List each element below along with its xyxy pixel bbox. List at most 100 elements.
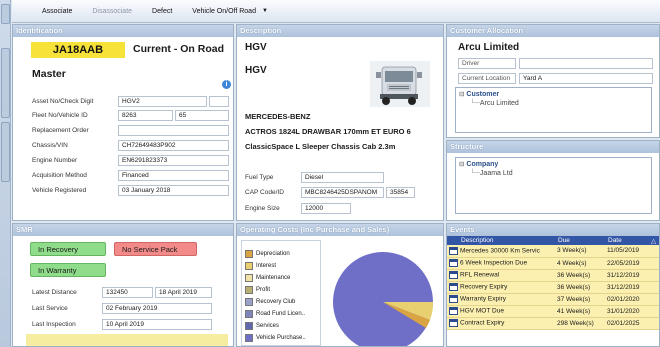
- customer-allocation-panel: Customer Allocation Arcu Limited Driver …: [446, 24, 660, 138]
- calendar-icon: [449, 246, 458, 255]
- legend-swatch: [245, 322, 253, 330]
- sort-ascending-icon: △: [651, 237, 656, 245]
- no-service-pack-badge: No Service Pack: [114, 242, 197, 256]
- event-due: 298 Week(s): [555, 317, 605, 330]
- event-due: 4 Week(s): [555, 257, 605, 270]
- field-label: Asset No/Check Digit: [32, 98, 94, 105]
- cost-pie-chart: [333, 252, 434, 346]
- customer-allocation-title: Customer Allocation: [447, 25, 659, 37]
- cost-legend: Depreciation Interest Maintenance Profit…: [241, 240, 321, 346]
- smr-title: SMR: [13, 224, 233, 236]
- engine-number-input[interactable]: EN6291823373: [118, 155, 229, 166]
- tree-node-customer-child[interactable]: └─Arcu Limited: [470, 100, 519, 107]
- vehicle-registered-input[interactable]: 03 January 2018: [118, 185, 229, 196]
- legend-item-maintenance: Maintenance: [245, 274, 290, 282]
- event-row[interactable]: RFL Renewal 36 Week(s) 31/12/2019: [447, 269, 659, 282]
- tree-node-company[interactable]: ⊟ Company: [459, 160, 498, 168]
- vehicle-onoff-road-dropdown[interactable]: Vehicle On/Off Road ▼: [182, 8, 268, 15]
- event-due: 37 Week(s): [555, 293, 605, 306]
- vehicle-status: Current - On Road: [133, 43, 224, 55]
- legend-item-recovery-club: Recovery Club: [245, 298, 295, 306]
- events-table: Description Due Date △ Mercedes 30000 Km…: [447, 236, 659, 330]
- pie-slice-vehicle-purchase: [333, 252, 433, 346]
- legend-swatch: [245, 286, 253, 294]
- toolbar: Associate Disassociate Defect Vehicle On…: [12, 0, 660, 23]
- legend-item-profit: Profit: [245, 286, 270, 294]
- legend-swatch: [245, 262, 253, 270]
- event-row[interactable]: Warranty Expiry 37 Week(s) 02/01/2020: [447, 293, 659, 306]
- event-row[interactable]: 6 Week Inspection Due 4 Week(s) 22/05/20…: [447, 257, 659, 270]
- column-header-date[interactable]: Date △: [605, 236, 659, 245]
- smr-panel: SMR In Recovery No Service Pack In Warra…: [12, 223, 234, 347]
- tree-node-customer[interactable]: ⊟ Customer: [459, 90, 499, 98]
- event-due: 41 Week(s): [555, 305, 605, 318]
- vehicle-body: ClassicSpace L Sleeper Chassis Cab 2.3m: [245, 142, 396, 151]
- chassis-vin-input[interactable]: CH72649483P902: [118, 140, 229, 151]
- fuel-type-input[interactable]: Diesel: [301, 172, 384, 183]
- vehicle-id-input[interactable]: 65: [175, 110, 229, 121]
- associate-button[interactable]: Associate: [32, 8, 82, 15]
- collapse-icon[interactable]: ⊟: [459, 161, 464, 168]
- vehicle-onoff-road-label: Vehicle On/Off Road: [192, 7, 256, 15]
- cap-code-field: CAP Code/ID MBC8246425DSPANOM 35854: [245, 187, 415, 198]
- side-tab-1[interactable]: [1, 4, 10, 24]
- field-engine-number: Engine Number EN6291823373: [32, 155, 229, 166]
- field-replacement-order: Replacement Order: [32, 125, 229, 136]
- legend-item-services: Services: [245, 322, 279, 330]
- acquisition-method-input[interactable]: Financed: [118, 170, 229, 181]
- event-date: 31/12/2019: [605, 269, 659, 282]
- collapse-icon[interactable]: ⊟: [459, 91, 464, 98]
- calendar-icon: [449, 307, 458, 315]
- field-label: Engine Size: [245, 205, 280, 212]
- event-due: 3 Week(s): [555, 245, 605, 258]
- vehicle-model: ACTROS 1824L DRAWBAR 170mm ET EURO 6: [245, 127, 411, 136]
- cap-code-input[interactable]: MBC8246425DSPANOM: [301, 187, 384, 198]
- fleet-no-input[interactable]: 8263: [118, 110, 173, 121]
- description-panel: Description HGV HGV MERCEDES-BENZ ACTROS…: [236, 24, 444, 221]
- cap-id-input[interactable]: 35854: [386, 187, 415, 198]
- field-asset-no: Asset No/Check Digit HGV2: [32, 96, 229, 107]
- field-label: Replacement Order: [32, 127, 89, 134]
- calendar-icon: [449, 259, 458, 267]
- driver-input[interactable]: [519, 58, 653, 69]
- engine-size-field: Engine Size 12000: [245, 203, 351, 214]
- truck-image: [370, 61, 430, 107]
- tree-node-company-child[interactable]: └─Jaama Ltd: [470, 170, 513, 177]
- event-due: 36 Week(s): [555, 269, 605, 282]
- latest-distance-date-input[interactable]: 18 April 2019: [155, 287, 212, 298]
- disassociate-button[interactable]: Disassociate: [82, 8, 142, 15]
- event-due: 36 Week(s): [555, 281, 605, 294]
- latest-distance-input[interactable]: 132450: [102, 287, 153, 298]
- events-header-row: Description Due Date △: [447, 236, 659, 245]
- event-row[interactable]: Mercedes 30000 Km Servic 3 Week(s) 11/05…: [447, 245, 659, 258]
- last-service-input[interactable]: 02 February 2019: [102, 303, 212, 314]
- structure-panel: Structure ⊟ Company └─Jaama Ltd: [446, 140, 660, 221]
- event-row[interactable]: Recovery Expiry 36 Week(s) 31/12/2019: [447, 281, 659, 294]
- event-row[interactable]: HGV MOT Due 41 Week(s) 31/01/2020: [447, 305, 659, 318]
- side-tab-2[interactable]: [1, 48, 10, 118]
- field-chassis-vin: Chassis/VIN CH72649483P902: [32, 140, 229, 151]
- side-tab-3[interactable]: [1, 122, 10, 182]
- legend-swatch: [245, 334, 253, 342]
- event-row[interactable]: Contract Expiry 298 Week(s) 02/01/2025: [447, 317, 659, 330]
- event-date: 22/05/2019: [605, 257, 659, 270]
- column-header-description[interactable]: Description: [447, 236, 555, 245]
- check-digit-input[interactable]: [209, 96, 229, 107]
- asset-no-input[interactable]: HGV2: [118, 96, 207, 107]
- current-location-input[interactable]: Yard A: [519, 73, 653, 84]
- calendar-icon: [449, 271, 458, 279]
- description-title: Description: [237, 25, 443, 37]
- replacement-order-input[interactable]: [118, 125, 229, 136]
- side-panel-strip: [0, 0, 11, 347]
- field-label: Last Service: [32, 305, 68, 312]
- info-icon[interactable]: i: [222, 80, 231, 89]
- legend-swatch: [245, 274, 253, 282]
- engine-size-input[interactable]: 12000: [301, 203, 351, 214]
- event-description: Contract Expiry: [447, 317, 555, 330]
- defect-button[interactable]: Defect: [142, 8, 182, 15]
- in-recovery-badge: In Recovery: [30, 242, 106, 256]
- last-inspection-input[interactable]: 10 April 2019: [102, 319, 212, 330]
- driver-label: Driver: [458, 58, 516, 69]
- column-header-due[interactable]: Due: [555, 236, 605, 245]
- event-description: 6 Week Inspection Due: [447, 257, 555, 270]
